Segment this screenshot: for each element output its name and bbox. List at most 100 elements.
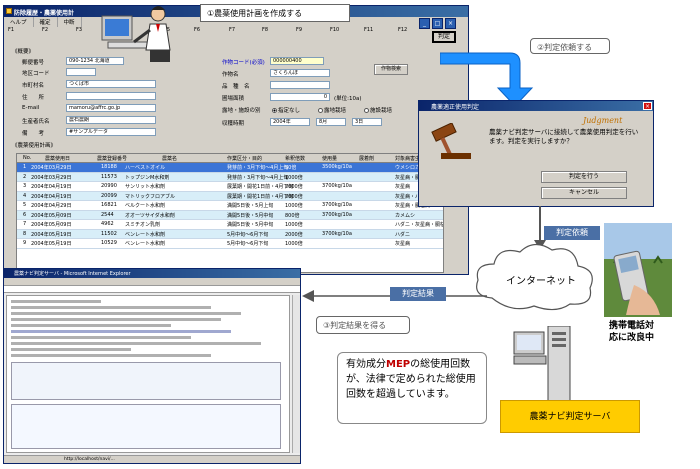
table-row[interactable]: 9 2004年05月19日 10529 ベンレート水和剤 5月中旬～6月下旬 1000倍 灰… (17, 239, 443, 249)
fkey-f11[interactable]: F11 (364, 27, 373, 33)
table-cell: スミチオン乳剤 (125, 222, 161, 228)
table-cell: 2004年05月09日 (31, 212, 72, 219)
table-cell: 1 (23, 164, 27, 170)
table-header: No. 農薬使用日 農薬登録番号 農薬名 作業区分・目的 希釈倍数 使用量 展着… (17, 154, 443, 163)
browser-window: 農薬ナビ判定サーバ - Microsoft Internet Explorer … (3, 268, 301, 464)
dialog-close-icon[interactable]: × (643, 102, 652, 110)
producer-input[interactable]: 農石農朗 (66, 116, 156, 124)
table-row[interactable]: 5 2004年04月29日 16821 ベルクート水和剤 満開5日後・5月上旬 1000倍… (17, 201, 443, 211)
text-line (11, 342, 261, 345)
fkey-f7[interactable]: F7 (229, 27, 235, 33)
variety-input[interactable] (270, 81, 330, 89)
result-label: 判定結果 (390, 287, 446, 301)
mep-warning-note: 有効成分MEPの総使用回数が、法律で定められた総使用回数を超過しています。 (337, 352, 487, 424)
table-cell: 1000倍 (285, 203, 303, 209)
harvest-day-select[interactable]: 3日 (352, 118, 382, 126)
table-cell: 満開5日後・5月中旬 (227, 222, 274, 228)
browser-scrollbar[interactable] (292, 295, 300, 453)
note-prefix: 有効成分 (346, 359, 386, 370)
fkey-f10[interactable]: F10 (330, 27, 339, 33)
crop-code-label: 作物コード(必須) (222, 60, 265, 66)
table-row[interactable]: 3 2004年04月19日 20990 サンリット水和剤 展葉期・開花1日前・4月下旬 2… (17, 182, 443, 192)
radio-open-field[interactable]: 露地栽培 (318, 106, 346, 114)
table-cell: 1000倍 (285, 222, 303, 228)
text-line (11, 354, 211, 357)
address-label: 住 所 (22, 95, 45, 101)
address-input[interactable] (66, 92, 156, 100)
table-cell: 1000倍 (285, 241, 303, 247)
area-input[interactable]: 0 (270, 93, 330, 101)
table-cell: 8 (23, 230, 27, 237)
cancel-button[interactable]: キャンセル (541, 187, 627, 199)
fkey-f12[interactable]: F12 (398, 27, 407, 33)
col-target: 対象病害虫 (395, 156, 421, 162)
fkey-f3[interactable]: F3 (76, 27, 82, 33)
table-row[interactable]: 2 2004年03月29日 11573 トップジンM水和剤 発芽前・3月下旬～4月上旬 1… (17, 172, 443, 182)
fkey-f8[interactable]: F8 (262, 27, 268, 33)
district-input[interactable] (66, 68, 96, 76)
table-row[interactable]: 6 2004年05月09日 2544 オオーツサイダ水和剤 満開5日後・5月中旬 800倍… (17, 210, 443, 220)
table-cell: オオーツサイダ水和剤 (125, 212, 175, 219)
table-row[interactable]: 8 2004年05月19日 11502 ベンレート水和剤 5月中旬～6月下旬 2000倍 3… (17, 229, 443, 239)
table-cell: 3700kg/10a (322, 202, 352, 208)
email-input[interactable]: mamoru@affrc.go.jp (66, 104, 156, 112)
table-cell: 3700kg/10a (322, 230, 352, 237)
table-cell: 5月中旬～6月下旬 (227, 241, 269, 247)
fkey-f1[interactable]: F1 (8, 27, 14, 33)
table-cell: 展葉期・開花1日前・4月下旬 (227, 184, 294, 190)
harvest-year-select[interactable]: 2004年 (270, 118, 310, 126)
text-line (11, 336, 191, 339)
maximize-icon[interactable]: □ (432, 18, 443, 29)
browser-address-bar[interactable] (4, 286, 300, 293)
crop-search-button[interactable]: 作物検索 (374, 64, 408, 75)
note-highlight: MEP (386, 359, 411, 370)
menu-item-interrupt[interactable]: 中断 (58, 17, 82, 27)
browser-content (6, 295, 290, 453)
radio-on-icon (272, 108, 277, 113)
main-window-title: 防除履歴・農薬使用計 (14, 10, 75, 17)
table-cell: 2544 (101, 211, 114, 218)
table-cell: サンリット水和剤 (125, 184, 166, 190)
close-icon[interactable]: × (445, 18, 456, 29)
harvest-label: 収穫時期 (222, 121, 245, 127)
harvest-month-select[interactable]: 8月 (316, 118, 346, 126)
app-icon (6, 8, 12, 14)
table-cell: ベルクート水和剤 (125, 203, 166, 209)
crop-name-input[interactable]: さくらんぼ (270, 69, 330, 77)
table-row[interactable]: 7 2004年05月09日 4962 スミチオン乳剤 満開5日後・5月中旬 1000倍 ハダ… (17, 220, 443, 230)
note-label: 備 考 (22, 131, 45, 137)
fkey-f6[interactable]: F6 (194, 27, 200, 33)
minimize-icon[interactable]: _ (419, 18, 430, 29)
section-summary: 《概要》 (12, 49, 35, 55)
crop-code-input[interactable]: 000000400 (270, 57, 324, 65)
table-cell: 2004年04月19日 (31, 184, 72, 190)
area-label: 圃場面積 (222, 96, 245, 102)
note-input[interactable]: #サンプルデータ (66, 128, 156, 136)
menu-item-help[interactable]: ヘルプ (4, 17, 34, 27)
city-input[interactable]: つくば市 (66, 80, 156, 88)
table-row[interactable]: 1 2004年03月29日 18188 ハーベストオイル 発芽前・3月下旬～4月上旬 50… (17, 163, 443, 173)
radio-none[interactable]: 指定なし (272, 106, 300, 114)
fkey-f2[interactable]: F2 (42, 27, 48, 33)
table-cell: 2000倍 (285, 193, 303, 200)
table-cell: 発芽前・3月下旬～4月上旬 (227, 165, 289, 171)
judgment-logo: Judgment (583, 116, 623, 125)
table-cell: 16821 (101, 202, 117, 208)
table-row[interactable]: 4 2004年04月19日 20099 マトリックフロアブル 展葉期・開花1日前・4月下… (17, 191, 443, 201)
radio-open-field-label: 露地栽培 (324, 108, 347, 114)
menu-item-confirm[interactable]: 確定 (34, 17, 58, 27)
fkey-f9[interactable]: F9 (296, 27, 302, 33)
table-cell: 9 (23, 240, 27, 246)
run-judgment-button[interactable]: 判定を行う (541, 171, 627, 183)
table-cell: 展葉期・開花1日前・4月下旬 (227, 193, 294, 200)
text-line (11, 318, 221, 321)
table-cell: 5 (23, 202, 27, 208)
section-history: 《農薬使用計画》 (12, 143, 57, 149)
radio-greenhouse[interactable]: 施設栽培 (364, 106, 392, 114)
table-cell: 満開5日後・5月中旬 (227, 212, 274, 219)
judge-button[interactable]: 判定 (432, 31, 456, 43)
col-work: 作業区分・目的 (227, 156, 263, 162)
table-cell: ハーベストオイル (125, 165, 166, 171)
crop-name-label: 作物名 (222, 72, 239, 78)
col-name: 農薬名 (162, 156, 178, 162)
